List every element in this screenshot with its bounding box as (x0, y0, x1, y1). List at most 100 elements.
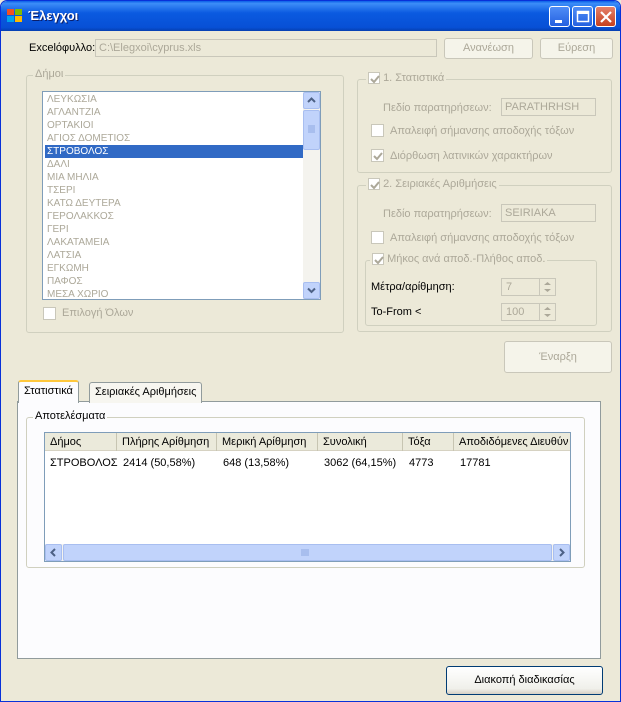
meters-spinner[interactable]: 7 (501, 278, 556, 296)
results-listview[interactable]: Δήμος Πλήρης Αρίθμηση Μερική Αρίθμηση Συ… (44, 432, 571, 562)
grip-icon (308, 125, 315, 133)
horizontal-scroll-thumb[interactable] (63, 544, 552, 561)
check-icon (370, 181, 380, 190)
scroll-left-button[interactable] (45, 544, 62, 561)
main-window: Έλεγχοι Excelόφυλλο: C:\Elegxoi\cyprus.x… (0, 0, 621, 702)
chevron-up-icon (307, 97, 316, 103)
window-title: Έλεγχοι (28, 8, 79, 23)
check-icon (373, 152, 383, 161)
column-header[interactable]: Μερική Αρίθμηση (217, 433, 318, 451)
meters-value: 7 (506, 281, 513, 293)
browse-button[interactable]: Εύρεση (540, 38, 613, 59)
tofrom-spinner[interactable]: 100 (501, 303, 556, 321)
serial-remove-accents-label: Απαλειφή σήμανσης αποδοχής τόξων (390, 232, 575, 244)
fix-latin-label: Διόρθωση λατινικών χαρακτήρων (390, 150, 553, 162)
excel-label: Excelόφυλλο: (29, 42, 96, 54)
check-icon (374, 256, 384, 265)
list-item[interactable]: ΠΑΦΟΣ (45, 275, 305, 288)
list-item[interactable]: ΟΡΤΑΚΙΟΙ (45, 119, 305, 132)
municipalities-listbox[interactable]: ΛΕΥΚΩΣΙΑ ΑΓΛΑΝΤΖΙΑ ΟΡΤΑΚΙΟΙ ΑΓΙΟΣ ΔΟΜΕΤΙ… (42, 91, 321, 300)
statistics-remove-accents-checkbox[interactable] (371, 124, 384, 137)
title-bar[interactable]: Έλεγχοι (1, 1, 620, 31)
scroll-down-button[interactable] (303, 282, 320, 299)
list-item[interactable]: ΚΑΤΩ ΔΕΥΤΕΡΑ (45, 197, 305, 210)
list-item[interactable]: ΑΓΛΑΝΤΖΙΑ (45, 106, 305, 119)
check-icon (370, 75, 380, 84)
length-checkbox[interactable] (372, 253, 384, 265)
tofrom-label: To-From < (371, 306, 422, 318)
list-item[interactable]: ΑΓΙΟΣ ΔΟΜΕΤΙΟΣ (45, 132, 305, 145)
length-title: Μήκος ανά αποδ.-Πλήθος αποδ. (387, 253, 546, 265)
meters-spin-buttons[interactable] (539, 279, 555, 295)
column-header[interactable]: Δήμος (45, 433, 117, 451)
list-item[interactable]: ΛΑΤΣΙΑ (45, 249, 305, 262)
serial-group-title: 2. Σειριακές Αριθμήσεις (366, 178, 499, 190)
refresh-button[interactable]: Ανανέωση (444, 38, 533, 59)
statistics-field-input[interactable]: PARATHRHSH (501, 98, 596, 116)
chevron-down-icon (307, 287, 316, 294)
table-cell: ΣΤΡΟΒΟΛΟΣ (50, 457, 118, 469)
statistics-group-title: 1. Στατιστικά (366, 72, 447, 84)
column-header[interactable]: Τόξα (403, 433, 454, 451)
spin-arrows-icon (544, 307, 551, 317)
select-all-checkbox[interactable] (43, 307, 56, 320)
list-item[interactable]: ΓΕΡΟΛΑΚΚΟΣ (45, 210, 305, 223)
table-cell: 648 (13,58%) (223, 457, 290, 469)
statistics-checkbox[interactable] (368, 72, 380, 84)
grip-icon (301, 549, 309, 556)
column-header[interactable]: Συνολική (318, 433, 403, 451)
length-group-title: Μήκος ανά αποδ.-Πλήθος αποδ. (370, 253, 548, 265)
chevron-right-icon (559, 548, 565, 557)
fix-latin-checkbox[interactable] (371, 149, 384, 162)
list-item[interactable]: ΓΕΡΙ (45, 223, 305, 236)
results-header: Δήμος Πλήρης Αρίθμηση Μερική Αρίθμηση Συ… (45, 433, 570, 451)
scroll-up-button[interactable] (303, 92, 320, 109)
tofrom-spin-buttons[interactable] (539, 304, 555, 320)
spin-arrows-icon (544, 282, 551, 292)
list-item[interactable]: ΜΕΣΑ ΧΩΡΙΟ (45, 288, 305, 299)
serial-checkbox[interactable] (368, 178, 380, 190)
serial-field-input[interactable]: SEIRIAKA (501, 204, 596, 222)
statistics-field-label: Πεδίο παρατηρήσεων: (383, 102, 492, 114)
scroll-right-button[interactable] (553, 544, 570, 561)
list-item[interactable]: ΔΑΛΙ (45, 158, 305, 171)
column-header[interactable]: Αποδιδόμενες Διευθύν (454, 433, 570, 451)
app-icon (7, 9, 22, 22)
statistics-remove-accents-label: Απαλειφή σήμανσης αποδοχής τόξων (390, 125, 575, 137)
serial-remove-accents-checkbox[interactable] (371, 231, 384, 244)
table-cell: 17781 (460, 457, 491, 469)
close-icon (600, 11, 612, 23)
select-all-label: Επιλογή Όλων (62, 307, 134, 319)
list-item-selected[interactable]: ΣΤΡΟΒΟΛΟΣ (45, 145, 305, 158)
maximize-button[interactable] (572, 6, 593, 27)
table-cell: 2414 (50,58%) (123, 457, 196, 469)
serial-field-label: Πεδίο παρατηρήσεων: (383, 208, 492, 220)
municipalities-group-title: Δήμοι (33, 68, 66, 80)
column-header[interactable]: Πλήρης Αρίθμηση (117, 433, 217, 451)
results-group-title: Αποτελέσματα (33, 410, 108, 422)
tab-serial-counts[interactable]: Σειριακές Αριθμήσεις (89, 382, 203, 403)
chevron-left-icon (50, 548, 56, 557)
serial-title: 2. Σειριακές Αριθμήσεις (383, 178, 497, 190)
list-item[interactable]: ΛΑΚΑΤΑΜΕΙΑ (45, 236, 305, 249)
table-cell: 4773 (409, 457, 434, 469)
minimize-button[interactable] (549, 6, 570, 27)
statistics-title: 1. Στατιστικά (383, 72, 445, 84)
results-horizontal-scrollbar[interactable] (45, 544, 570, 561)
minimize-icon (555, 20, 562, 23)
meters-label: Μέτρα/αρίθμηση: (371, 281, 455, 293)
close-button[interactable] (595, 6, 616, 27)
list-item[interactable]: ΛΕΥΚΩΣΙΑ (45, 93, 305, 106)
table-cell: 3062 (64,15%) (324, 457, 397, 469)
list-item[interactable]: ΤΣΕΡΙ (45, 184, 305, 197)
maximize-icon (576, 10, 590, 23)
excel-path-field[interactable]: C:\Elegxoi\cyprus.xls (95, 39, 437, 57)
tofrom-value: 100 (506, 306, 525, 318)
scroll-thumb[interactable] (303, 110, 320, 150)
stop-process-button[interactable]: Διακοπή διαδικασίας (446, 666, 603, 695)
list-item[interactable]: ΕΓΚΩΜΗ (45, 262, 305, 275)
start-button[interactable]: Έναρξη (504, 341, 612, 373)
listbox-scrollbar[interactable] (303, 92, 320, 299)
tab-statistics[interactable]: Στατιστικά (18, 380, 79, 403)
list-item[interactable]: ΜΙΑ ΜΗΛΙΑ (45, 171, 305, 184)
